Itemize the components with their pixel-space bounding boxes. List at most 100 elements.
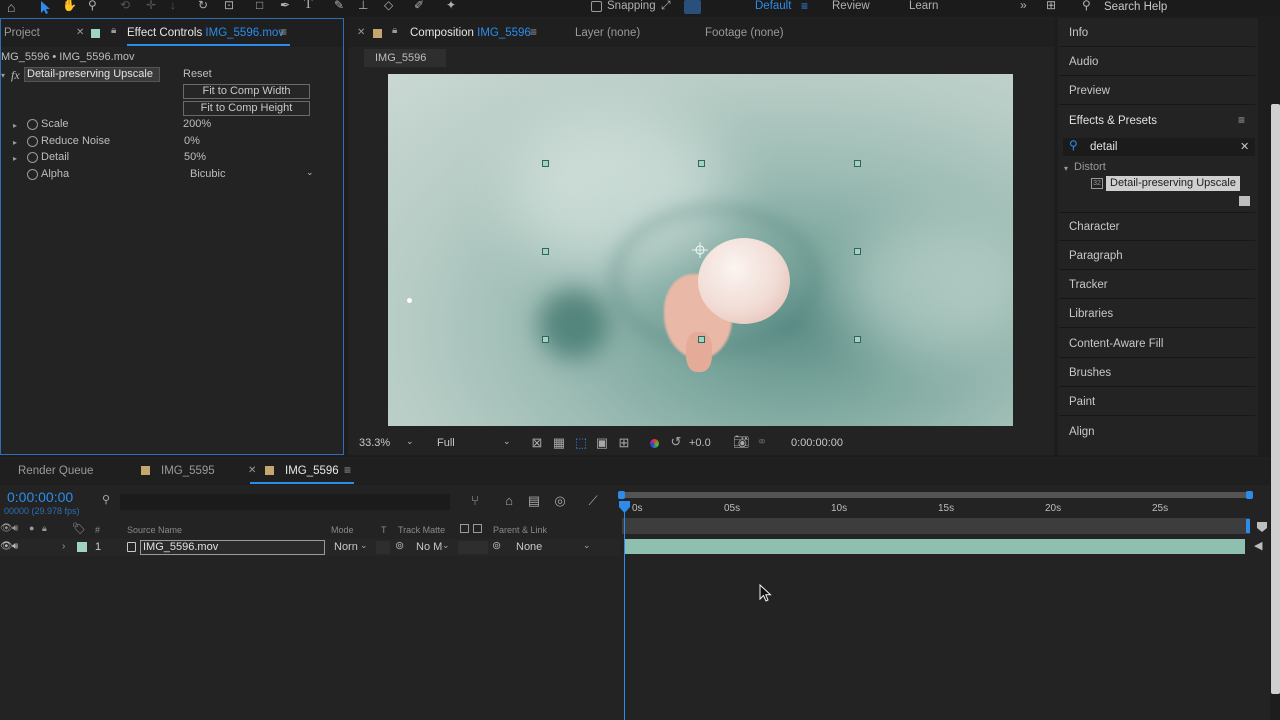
- layer-duration-bar[interactable]: [625, 539, 1245, 554]
- layer-end-icon[interactable]: ◀: [1254, 539, 1262, 552]
- more-workspaces-icon[interactable]: »: [1020, 0, 1027, 12]
- effects-result-detail-preserving-upscale[interactable]: Detail-preserving Upscale: [1106, 176, 1240, 191]
- work-area-bar[interactable]: [622, 492, 1252, 498]
- layer-expand-icon[interactable]: ›: [62, 541, 65, 552]
- new-bin-icon[interactable]: [1239, 196, 1250, 206]
- selection-tool-icon[interactable]: [38, 0, 52, 14]
- matte-link-icon[interactable]: ⊚: [395, 539, 404, 552]
- transform-handle-tl[interactable]: [542, 160, 549, 167]
- frame-blending-icon[interactable]: ▤: [527, 494, 541, 508]
- playhead-line[interactable]: [624, 504, 625, 720]
- workspace-menu-icon[interactable]: ≡: [801, 0, 808, 13]
- tab-project[interactable]: Project: [4, 27, 40, 39]
- close-comp-tab-icon[interactable]: ✕: [357, 27, 365, 38]
- effect-expand-icon[interactable]: ▾: [1, 71, 5, 80]
- work-area-end-handle[interactable]: [1246, 491, 1253, 499]
- tab-img-5596[interactable]: IMG_5596: [285, 465, 339, 477]
- transform-handle-mr[interactable]: [854, 248, 861, 255]
- scale-stopwatch-icon[interactable]: [27, 119, 38, 130]
- scale-expand-icon[interactable]: ▸: [13, 121, 17, 130]
- reduce-noise-value[interactable]: 0%: [184, 135, 200, 151]
- comp-timecode[interactable]: 0:00:00:00: [791, 437, 843, 453]
- timeline-menu-icon[interactable]: ≡: [344, 463, 351, 477]
- transform-handle-bl[interactable]: [542, 336, 549, 343]
- reset-link[interactable]: Reset: [183, 68, 212, 84]
- transform-handle-tr[interactable]: [854, 160, 861, 167]
- panel-info[interactable]: Info: [1069, 27, 1088, 39]
- hand-tool-icon[interactable]: ✋: [62, 0, 77, 12]
- tab-footage[interactable]: Footage (none): [705, 27, 784, 39]
- workspace-review[interactable]: Review: [832, 0, 870, 12]
- roto-brush-icon[interactable]: ✐: [414, 0, 424, 12]
- reset-exposure-icon[interactable]: ↺: [669, 435, 683, 449]
- detail-stopwatch-icon[interactable]: [27, 152, 38, 163]
- exposure-value[interactable]: +0.0: [689, 437, 711, 453]
- motion-blur-icon[interactable]: ◎: [553, 494, 567, 508]
- puppet-tool-icon[interactable]: ✦: [446, 0, 456, 12]
- fit-to-comp-height-button[interactable]: Fit to Comp Height: [183, 101, 310, 116]
- scale-number[interactable]: 200: [183, 118, 201, 130]
- effects-menu-icon[interactable]: ≡: [1238, 113, 1245, 127]
- search-help-input[interactable]: Search Help: [1104, 1, 1167, 13]
- panel-paragraph[interactable]: Paragraph: [1069, 250, 1123, 262]
- panel-align[interactable]: Align: [1069, 426, 1095, 438]
- scale-value[interactable]: 200%: [183, 118, 211, 134]
- layer-name-field[interactable]: IMG_5596.mov: [140, 540, 325, 555]
- layer-mode-dropdown[interactable]: Norn ⌄: [333, 540, 371, 555]
- parent-pickwhip-icon[interactable]: ⊚: [492, 539, 501, 552]
- close-timeline-tab-icon[interactable]: ✕: [248, 465, 256, 476]
- tab-img-5595[interactable]: IMG_5595: [161, 465, 215, 477]
- shape-tool-icon[interactable]: □: [256, 0, 263, 12]
- comp-panel-menu-icon[interactable]: ≡: [530, 25, 537, 39]
- comp-subtab[interactable]: IMG_5596: [364, 49, 446, 67]
- tab-composition[interactable]: Composition IMG_5596: [410, 27, 531, 39]
- timeline-search-icon[interactable]: ⚲: [102, 493, 110, 506]
- transform-handle-tc[interactable]: [698, 160, 705, 167]
- resolution-dropdown[interactable]: Full ⌄: [431, 434, 517, 452]
- layer-video-toggle-icon[interactable]: 👁︎: [0, 541, 13, 552]
- panel-content-aware-fill[interactable]: Content-Aware Fill: [1069, 338, 1163, 350]
- lock-icon[interactable]: 🔒︎: [111, 25, 116, 36]
- distort-expand-icon[interactable]: ▾: [1064, 164, 1068, 173]
- panel-brushes[interactable]: Brushes: [1069, 367, 1111, 379]
- workspace-layout-icon[interactable]: ⊞: [1046, 0, 1056, 12]
- col-source-name[interactable]: Source Name: [127, 525, 182, 535]
- zoom-dropdown[interactable]: 33.3% ⌄: [352, 434, 420, 452]
- pan-behind-icon[interactable]: ⊡: [224, 0, 234, 12]
- tab-layer[interactable]: Layer (none): [575, 27, 640, 39]
- transparency-grid-icon[interactable]: ▦: [552, 436, 566, 450]
- detail-value[interactable]: 50%: [184, 151, 206, 167]
- region-of-interest-icon[interactable]: ▣: [595, 436, 609, 450]
- graph-editor-icon[interactable]: ⟋: [586, 494, 600, 508]
- right-scrollbar[interactable]: [1271, 104, 1280, 694]
- close-tab-icon[interactable]: ✕: [76, 27, 84, 38]
- panel-character[interactable]: Character: [1069, 221, 1120, 233]
- reduce-noise-expand-icon[interactable]: ▸: [13, 138, 17, 147]
- snapshot-camera-icon[interactable]: 📷︎: [733, 435, 750, 449]
- mask-visibility-icon[interactable]: ⬚: [574, 436, 588, 450]
- layer-audio-toggle-icon[interactable]: 🔊︎: [12, 541, 18, 552]
- alpha-stopwatch-icon[interactable]: [27, 169, 38, 180]
- parent-dropdown[interactable]: None ⌄: [511, 540, 597, 555]
- zoom-tool-icon[interactable]: ⚲: [88, 0, 97, 12]
- clear-search-icon[interactable]: ✕: [1240, 140, 1249, 153]
- workspace-learn[interactable]: Learn: [909, 0, 938, 12]
- home-icon[interactable]: ⌂: [7, 0, 15, 15]
- workspace-default[interactable]: Default: [755, 0, 791, 12]
- panel-libraries[interactable]: Libraries: [1069, 308, 1113, 320]
- snap-link-icon[interactable]: ⤢: [661, 0, 671, 13]
- pan-tool-icon[interactable]: ✛: [146, 0, 156, 12]
- snapping-checkbox[interactable]: [591, 1, 602, 12]
- transform-handle-br[interactable]: [854, 336, 861, 343]
- reduce-noise-stopwatch-icon[interactable]: [27, 136, 38, 147]
- time-ruler[interactable]: [622, 518, 1250, 534]
- track-matte-dropdown[interactable]: No M ⌄: [413, 540, 453, 555]
- rotate-tool-icon[interactable]: ↻: [198, 0, 208, 12]
- matte-switches[interactable]: [458, 541, 488, 554]
- clone-stamp-icon[interactable]: ⊥: [358, 0, 368, 12]
- alpha-dropdown[interactable]: Bicubic ⌄: [184, 166, 320, 182]
- orbit-tool-icon[interactable]: ⟲: [120, 0, 130, 12]
- detail-expand-icon[interactable]: ▸: [13, 154, 17, 163]
- playhead-handle-icon[interactable]: [618, 500, 631, 514]
- effects-presets-title[interactable]: Effects & Presets: [1069, 115, 1157, 127]
